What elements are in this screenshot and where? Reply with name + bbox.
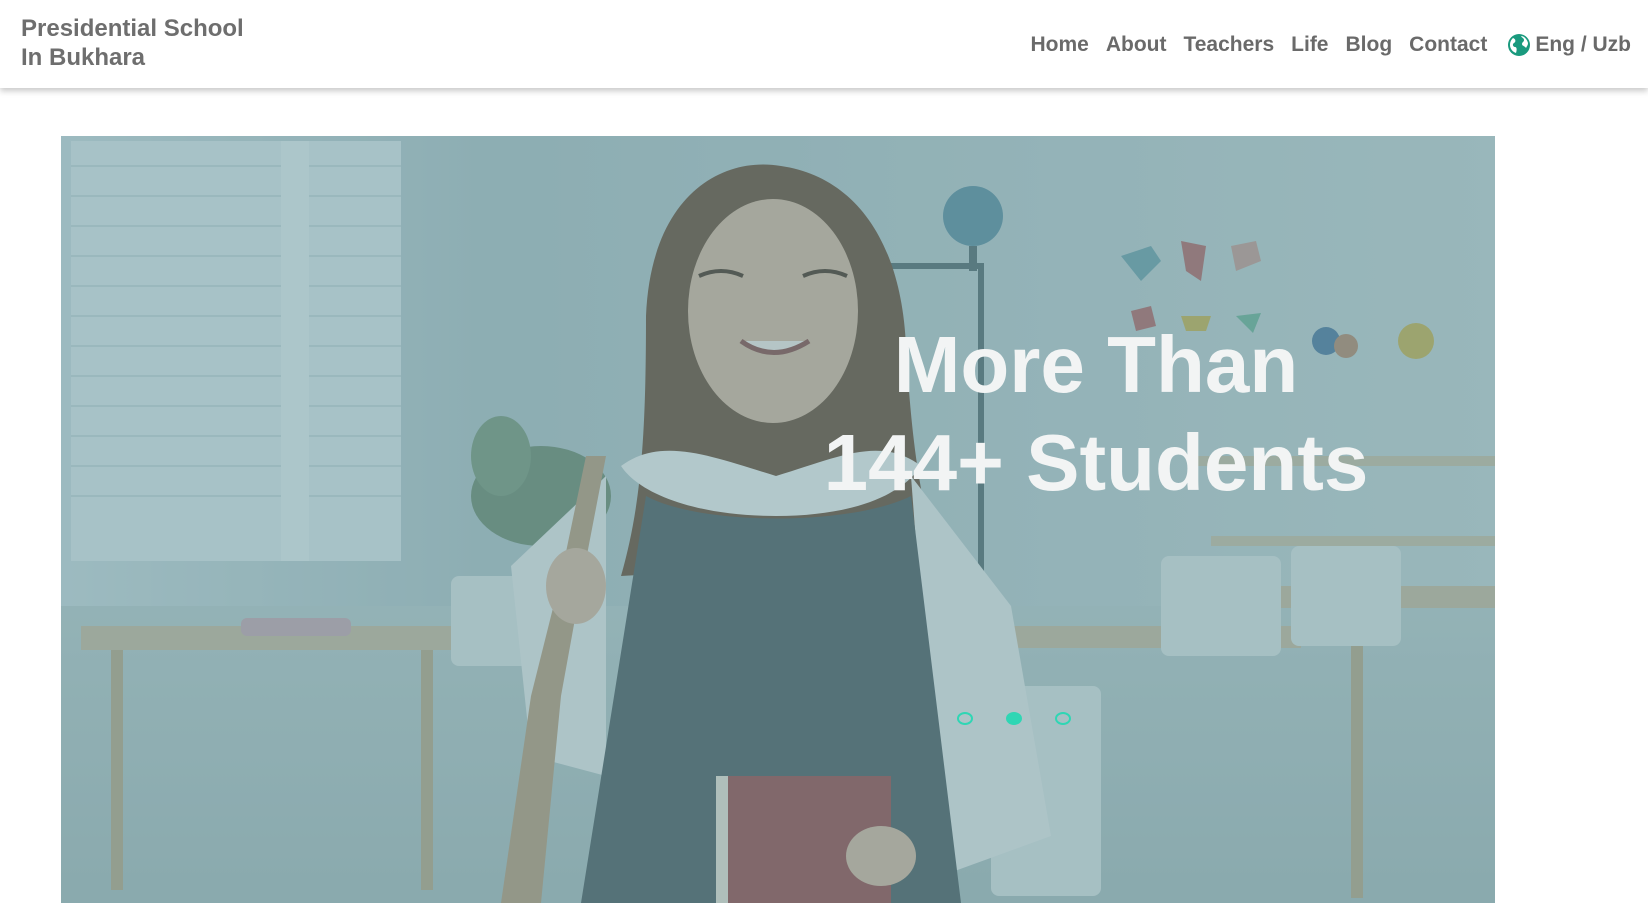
globe-icon xyxy=(1508,34,1531,56)
hero-title: More Than 144+ Students xyxy=(61,316,1495,512)
nav-blog[interactable]: Blog xyxy=(1346,30,1393,60)
language-label: Eng / Uzb xyxy=(1535,33,1631,56)
site-logo[interactable]: Presidential School In Bukhara xyxy=(21,14,244,72)
logo-line-2: In Bukhara xyxy=(21,44,146,71)
logo-line-1: Presidential School xyxy=(21,15,244,42)
hero-background-image xyxy=(61,136,1495,903)
hero-title-line-2: 144+ Students xyxy=(823,418,1369,507)
hero-title-line-1: More Than xyxy=(893,320,1299,409)
hero-slider: More Than 144+ Students xyxy=(61,136,1495,903)
nav-about[interactable]: About xyxy=(1106,30,1167,60)
nav-home[interactable]: Home xyxy=(1030,30,1088,60)
site-header: Presidential School In Bukhara Home Abou… xyxy=(0,0,1648,88)
main-nav: Home About Teachers Life Blog Contact En… xyxy=(1030,30,1648,60)
nav-contact[interactable]: Contact xyxy=(1409,30,1487,60)
language-switcher[interactable]: Eng / Uzb xyxy=(1507,30,1631,60)
slide-dot-2[interactable] xyxy=(1006,712,1022,725)
nav-teachers[interactable]: Teachers xyxy=(1183,30,1274,60)
slide-dot-1[interactable] xyxy=(957,712,973,725)
nav-life[interactable]: Life xyxy=(1291,30,1328,60)
slide-dot-3[interactable] xyxy=(1055,712,1071,725)
slider-pagination xyxy=(957,712,1104,725)
